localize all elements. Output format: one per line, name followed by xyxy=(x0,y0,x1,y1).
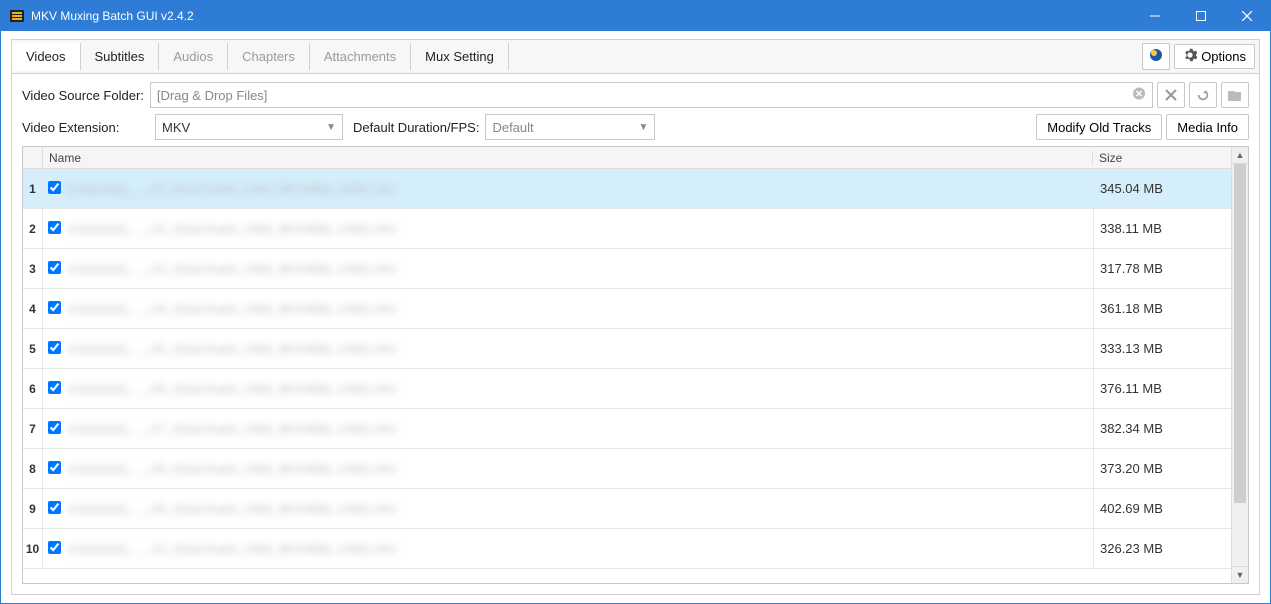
row-size: 382.34 MB xyxy=(1093,409,1231,448)
row-filename: [redacted]_…_09_(Dual Audio_10bit_BD1080… xyxy=(65,501,1093,516)
close-button[interactable] xyxy=(1224,1,1270,31)
refresh-button[interactable] xyxy=(1189,82,1217,108)
row-index: 5 xyxy=(23,329,43,368)
file-table: Name Size 1 [redacted]_…_01_(Dual Audio_1… xyxy=(22,146,1249,584)
tab-videos[interactable]: Videos xyxy=(12,43,81,71)
minimize-button[interactable] xyxy=(1132,1,1178,31)
row-filename: [redacted]_…_07_(Dual Audio_10bit_BD1080… xyxy=(65,421,1093,436)
tab-subtitles[interactable]: Subtitles xyxy=(81,43,160,70)
table-row[interactable]: 9 [redacted]_…_09_(Dual Audio_10bit_BD108… xyxy=(23,489,1231,529)
col-size[interactable]: Size xyxy=(1093,151,1231,165)
table-row[interactable]: 3 [redacted]_…_03_(Dual Audio_10bit_BD108… xyxy=(23,249,1231,289)
source-folder-label: Video Source Folder: xyxy=(22,88,144,103)
table-row[interactable]: 10 [redacted]_…_10_(Dual Audio_10bit_BD10… xyxy=(23,529,1231,569)
table-row[interactable]: 1 [redacted]_…_01_(Dual Audio_10bit_BD108… xyxy=(23,169,1231,209)
row-index: 7 xyxy=(23,409,43,448)
row-checkbox[interactable] xyxy=(48,501,61,514)
row-index: 3 xyxy=(23,249,43,288)
scroll-down-icon[interactable]: ▼ xyxy=(1232,566,1248,583)
theme-icon xyxy=(1148,47,1164,66)
options-button[interactable]: Options xyxy=(1174,44,1255,69)
source-folder-input[interactable]: [Drag & Drop Files] xyxy=(150,82,1153,108)
extension-label: Video Extension: xyxy=(22,120,149,135)
row-checkbox[interactable] xyxy=(48,181,61,194)
table-row[interactable]: 5 [redacted]_…_05_(Dual Audio_10bit_BD108… xyxy=(23,329,1231,369)
row-filename: [redacted]_…_05_(Dual Audio_10bit_BD1080… xyxy=(65,341,1093,356)
window-title: MKV Muxing Batch GUI v2.4.2 xyxy=(31,9,1132,23)
row-checkbox[interactable] xyxy=(48,381,61,394)
clear-source-icon[interactable] xyxy=(1132,87,1146,104)
modify-tracks-button[interactable]: Modify Old Tracks xyxy=(1036,114,1162,140)
row-size: 317.78 MB xyxy=(1093,249,1231,288)
row-filename: [redacted]_…_06_(Dual Audio_10bit_BD1080… xyxy=(65,381,1093,396)
row-checkbox[interactable] xyxy=(48,421,61,434)
table-row[interactable]: 8 [redacted]_…_08_(Dual Audio_10bit_BD108… xyxy=(23,449,1231,489)
extension-combo[interactable]: MKV ▼ xyxy=(155,114,343,140)
scroll-up-icon[interactable]: ▲ xyxy=(1232,147,1248,164)
media-info-button[interactable]: Media Info xyxy=(1166,114,1249,140)
tab-chapters[interactable]: Chapters xyxy=(228,43,310,70)
row-checkbox[interactable] xyxy=(48,341,61,354)
row-filename: [redacted]_…_01_(Dual Audio_10bit_BD1080… xyxy=(65,181,1093,196)
options-label: Options xyxy=(1201,49,1246,64)
chevron-down-icon: ▼ xyxy=(326,122,336,133)
row-index: 6 xyxy=(23,369,43,408)
duration-value: Default xyxy=(492,120,533,135)
table-row[interactable]: 7 [redacted]_…_07_(Dual Audio_10bit_BD108… xyxy=(23,409,1231,449)
row-size: 361.18 MB xyxy=(1093,289,1231,328)
source-folder-placeholder: [Drag & Drop Files] xyxy=(157,88,268,103)
app-icon xyxy=(9,8,25,24)
scroll-thumb[interactable] xyxy=(1234,164,1246,503)
row-checkbox[interactable] xyxy=(48,541,61,554)
row-index: 2 xyxy=(23,209,43,248)
row-index: 4 xyxy=(23,289,43,328)
row-size: 338.11 MB xyxy=(1093,209,1231,248)
table-header: Name Size xyxy=(23,147,1231,169)
row-size: 326.23 MB xyxy=(1093,529,1231,568)
row-index: 9 xyxy=(23,489,43,528)
row-checkbox[interactable] xyxy=(48,461,61,474)
table-row[interactable]: 4 [redacted]_…_04_(Dual Audio_10bit_BD108… xyxy=(23,289,1231,329)
titlebar: MKV Muxing Batch GUI v2.4.2 xyxy=(1,1,1270,31)
tab-attachments[interactable]: Attachments xyxy=(310,43,411,70)
tab-mux-setting[interactable]: Mux Setting xyxy=(411,43,509,70)
row-size: 376.11 MB xyxy=(1093,369,1231,408)
table-row[interactable]: 6 [redacted]_…_06_(Dual Audio_10bit_BD108… xyxy=(23,369,1231,409)
browse-folder-button[interactable] xyxy=(1221,82,1249,108)
row-checkbox[interactable] xyxy=(48,221,61,234)
tab-audios[interactable]: Audios xyxy=(159,43,228,70)
maximize-button[interactable] xyxy=(1178,1,1224,31)
row-index: 10 xyxy=(23,529,43,568)
remove-button[interactable] xyxy=(1157,82,1185,108)
row-checkbox[interactable] xyxy=(48,301,61,314)
table-row[interactable]: 2 [redacted]_…_02_(Dual Audio_10bit_BD108… xyxy=(23,209,1231,249)
theme-toggle-button[interactable] xyxy=(1142,43,1170,70)
row-checkbox[interactable] xyxy=(48,261,61,274)
gear-icon xyxy=(1183,48,1197,65)
col-name[interactable]: Name xyxy=(43,151,1093,165)
row-filename: [redacted]_…_10_(Dual Audio_10bit_BD1080… xyxy=(65,541,1093,556)
tab-bar: VideosSubtitlesAudiosChaptersAttachments… xyxy=(11,39,1260,73)
chevron-down-icon: ▼ xyxy=(639,122,649,133)
row-filename: [redacted]_…_03_(Dual Audio_10bit_BD1080… xyxy=(65,261,1093,276)
row-index: 1 xyxy=(23,169,43,208)
row-size: 333.13 MB xyxy=(1093,329,1231,368)
row-filename: [redacted]_…_02_(Dual Audio_10bit_BD1080… xyxy=(65,221,1093,236)
row-size: 402.69 MB xyxy=(1093,489,1231,528)
vertical-scrollbar[interactable]: ▲ ▼ xyxy=(1231,147,1248,583)
row-filename: [redacted]_…_08_(Dual Audio_10bit_BD1080… xyxy=(65,461,1093,476)
row-index: 8 xyxy=(23,449,43,488)
duration-combo[interactable]: Default ▼ xyxy=(485,114,655,140)
duration-label: Default Duration/FPS: xyxy=(353,120,479,135)
row-size: 345.04 MB xyxy=(1093,169,1231,208)
row-size: 373.20 MB xyxy=(1093,449,1231,488)
extension-value: MKV xyxy=(162,120,190,135)
row-filename: [redacted]_…_04_(Dual Audio_10bit_BD1080… xyxy=(65,301,1093,316)
